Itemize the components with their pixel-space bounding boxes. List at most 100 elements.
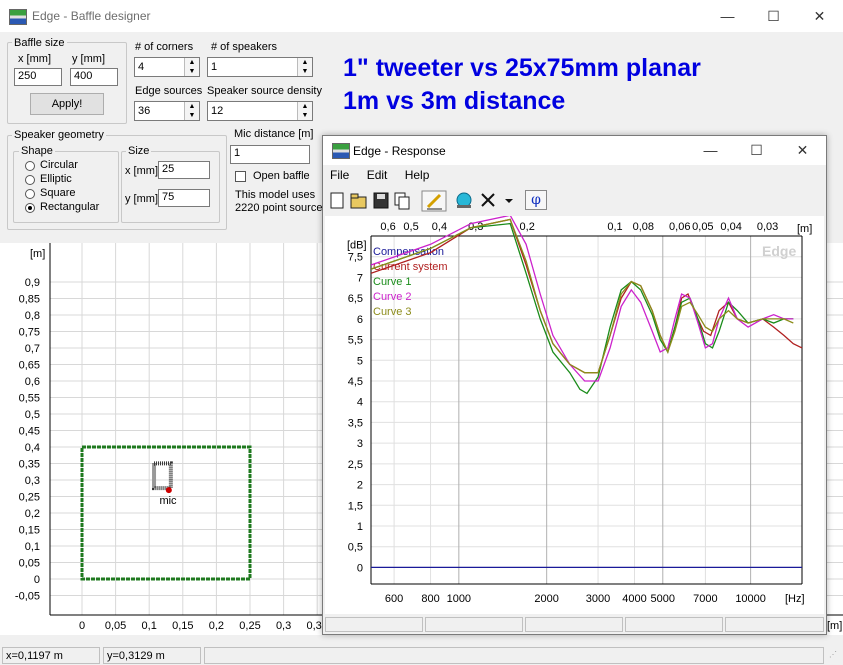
response-status-3: [525, 617, 623, 632]
shape-option-rectangular[interactable]: Rectangular: [40, 201, 99, 213]
baffle-y-tick: 0,3: [25, 475, 40, 487]
edge-watermark: Edge: [762, 243, 796, 259]
radio-rectangular[interactable]: [25, 203, 35, 213]
radio-circular[interactable]: [25, 161, 35, 171]
resp-x-tick: 5000: [651, 593, 675, 605]
baffle-x-input[interactable]: 250: [14, 68, 62, 86]
response-maximize-button[interactable]: ☐: [734, 136, 779, 165]
shape-option-elliptic[interactable]: Elliptic: [40, 173, 72, 185]
response-chart[interactable]: 7,5 7 6,5 6 5,5 5 4,5 4 3,5 3 2,5 2 1,5 1 0,5 0 600 800 10…: [325, 216, 824, 614]
response-minimize-button[interactable]: —: [688, 136, 733, 165]
apply-button[interactable]: Apply!: [30, 93, 104, 115]
baffle-unit-label: [m]: [30, 248, 45, 260]
pen-icon[interactable]: [421, 190, 447, 212]
resp-y-tick: 7: [357, 272, 363, 284]
baffle-y-tick: 0,7: [25, 343, 40, 355]
source-density-label: Speaker source density: [207, 85, 322, 97]
shape-option-circular[interactable]: Circular: [40, 159, 78, 171]
response-chart-area[interactable]: 7,5 7 6,5 6 5,5 5 4,5 4 3,5 3 2,5 2 1,5 1 0,5 0 600 800 10…: [325, 216, 824, 614]
main-title-bar[interactable]: Edge - Baffle designer — ☐ ✕: [0, 0, 843, 32]
speakers-spinner[interactable]: 1 ▲ ▼: [207, 57, 313, 77]
globe-icon[interactable]: [456, 192, 472, 208]
size-y-input[interactable]: 75: [158, 189, 210, 207]
close-button[interactable]: ✕: [797, 0, 842, 32]
radio-square[interactable]: [25, 189, 35, 199]
phase-icon[interactable]: φ: [525, 190, 547, 210]
edge-sources-spinner[interactable]: 36 ▲ ▼: [134, 101, 200, 121]
resp-y-tick: 0,5: [348, 542, 363, 554]
resize-grip-icon[interactable]: ⋰: [829, 650, 837, 659]
resp-y-tick: 6: [357, 314, 363, 326]
open-baffle-label[interactable]: Open baffle: [253, 170, 310, 182]
resp-top-tick: 0,6: [380, 221, 395, 233]
spin-arrows-icon[interactable]: ▲ ▼: [297, 58, 312, 76]
resp-y-tick: 7,5: [348, 252, 363, 264]
resp-top-tick: 0,06: [669, 221, 690, 233]
size-x-input[interactable]: 25: [158, 161, 210, 179]
speakers-label: # of speakers: [211, 41, 278, 53]
baffle-y-tick: 0,45: [19, 426, 40, 438]
resp-top-tick: 0,1: [607, 221, 622, 233]
size-x-label: x [mm]: [125, 165, 158, 177]
baffle-y-input[interactable]: 400: [70, 68, 118, 86]
new-icon[interactable]: [330, 192, 344, 209]
headline-line1: 1" tweeter vs 25x75mm planar: [343, 54, 701, 82]
baffle-size-label: Baffle size: [12, 37, 67, 49]
resp-top-tick: 0,08: [633, 221, 654, 233]
baffle-x-tick: 0,2: [209, 620, 224, 632]
save-icon[interactable]: [373, 192, 389, 209]
resp-x-tick: 2000: [534, 593, 558, 605]
mic-marker: [165, 487, 172, 494]
baffle-x-tick: 0,15: [172, 620, 193, 632]
menu-help[interactable]: Help: [405, 168, 430, 182]
spin-arrows-icon[interactable]: ▲ ▼: [184, 58, 199, 76]
response-status-2: [425, 617, 523, 632]
app-icon: [9, 9, 27, 25]
baffle-y-tick: 0,8: [25, 310, 40, 322]
radio-elliptic[interactable]: [25, 175, 35, 185]
resp-y-tick: 0: [357, 562, 363, 574]
maximize-button[interactable]: ☐: [751, 0, 796, 32]
resp-y-tick: 1,5: [348, 500, 363, 512]
resp-y-tick: 4,5: [348, 376, 363, 388]
baffle-y-tick: 0,1: [25, 541, 40, 553]
resp-y-tick: 5: [357, 355, 363, 367]
spin-arrows-icon[interactable]: ▲ ▼: [184, 102, 199, 120]
speaker-geometry-label: Speaker geometry: [12, 129, 106, 141]
resp-y-tick: 5,5: [348, 335, 363, 347]
resp-y-tick: 2: [357, 480, 363, 492]
open-icon[interactable]: [350, 193, 367, 209]
corners-spinner[interactable]: 4 ▲ ▼: [134, 57, 200, 77]
menu-edit[interactable]: Edit: [367, 168, 388, 182]
baffle-y-tick: 0,9: [25, 277, 40, 289]
resp-top-label: [m]: [797, 223, 812, 235]
resp-x-label: [Hz]: [785, 593, 805, 605]
response-title-bar[interactable]: Edge - Response — ☐ ✕: [323, 136, 826, 165]
baffle-x-tick: 0,1: [142, 620, 157, 632]
baffle-x-tick: 0,25: [239, 620, 260, 632]
spin-arrows-icon[interactable]: ▲ ▼: [297, 102, 312, 120]
corners-value: 4: [138, 61, 145, 73]
source-density-spinner[interactable]: 12 ▲ ▼: [207, 101, 313, 121]
dropdown-icon[interactable]: [505, 199, 513, 203]
response-close-button[interactable]: ✕: [780, 136, 825, 165]
resp-y-tick: 2,5: [348, 459, 363, 471]
response-window[interactable]: Edge - Response — ☐ ✕ File Edit Help φ 7…: [322, 135, 827, 635]
menu-file[interactable]: File: [330, 168, 349, 182]
resp-x-tick: 600: [385, 593, 403, 605]
response-app-icon: [332, 143, 350, 159]
shape-option-square[interactable]: Square: [40, 187, 75, 199]
mic-distance-input[interactable]: 1: [230, 145, 310, 164]
delete-icon[interactable]: [481, 193, 495, 207]
open-baffle-checkbox[interactable]: [235, 171, 246, 182]
copy-icon[interactable]: [394, 192, 410, 210]
baffle-y-tick: 0,2: [25, 508, 40, 520]
response-status-bar: [325, 617, 824, 632]
model-info-line1: This model uses: [235, 189, 316, 201]
response-status-1: [325, 617, 423, 632]
resp-y-tick: 3,5: [348, 417, 363, 429]
shape-label: Shape: [19, 145, 55, 157]
headline-line2: 1m vs 3m distance: [343, 87, 566, 115]
minimize-button[interactable]: —: [705, 0, 750, 32]
resp-top-tick: 0,03: [757, 221, 778, 233]
